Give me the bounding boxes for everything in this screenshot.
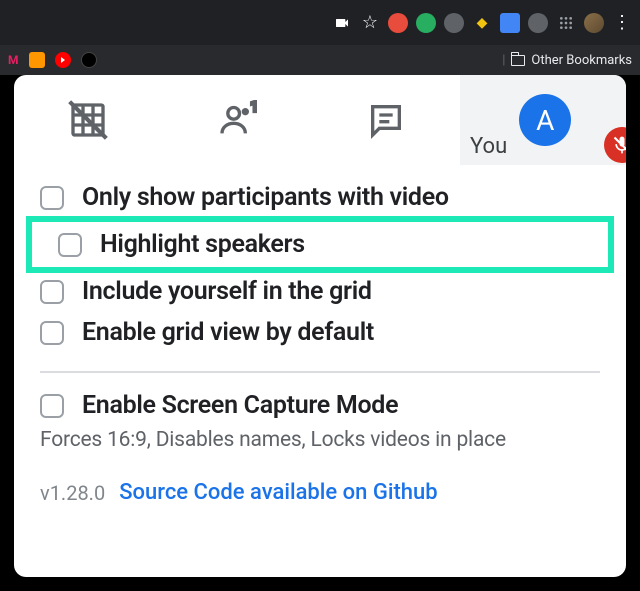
camera-icon[interactable] [332, 13, 352, 33]
checkbox[interactable] [40, 321, 64, 345]
extension-panel: 1 You A [14, 75, 626, 577]
option-label: Enable grid view by default [82, 318, 374, 347]
bookmarks-bar: M | Other Bookmarks [0, 45, 640, 75]
extension-icon[interactable] [528, 13, 548, 33]
version-label: v1.28.0 [40, 481, 105, 505]
avatar: A [519, 94, 571, 146]
checkbox[interactable] [40, 394, 64, 418]
checkbox[interactable] [40, 186, 64, 210]
extension-icon[interactable] [444, 13, 464, 33]
extension-icon[interactable] [388, 13, 408, 33]
other-bookmarks[interactable]: | Other Bookmarks [502, 53, 632, 68]
extension-icon[interactable] [416, 13, 436, 33]
capture-mode-description: Forces 16:9, Disables names, Locks video… [40, 428, 600, 452]
svg-text:1: 1 [250, 100, 257, 116]
option-label: Enable Screen Capture Mode [82, 391, 398, 420]
option-label: Only show participants with video [82, 183, 449, 212]
tab-people[interactable]: 1 [163, 75, 312, 165]
option-default-grid[interactable]: Enable grid view by default [40, 312, 600, 353]
kebab-menu-icon[interactable]: ⋮ [612, 13, 632, 33]
tab-grid-off[interactable] [14, 75, 163, 165]
self-video-tile[interactable]: You A [460, 75, 626, 165]
options-list: Only show participants with video Highli… [14, 165, 626, 452]
profile-avatar[interactable] [584, 13, 604, 33]
avatar-initial: A [536, 104, 554, 137]
option-label: Highlight speakers [100, 230, 305, 259]
you-label: You [470, 134, 507, 165]
bookmark-icon[interactable] [29, 52, 45, 68]
other-bookmarks-label: Other Bookmarks [531, 53, 632, 68]
bookmark-icon[interactable]: M [8, 53, 19, 67]
separator [40, 371, 600, 373]
mic-muted-icon[interactable] [604, 127, 626, 163]
checkbox[interactable] [40, 280, 64, 304]
tab-chat[interactable] [311, 75, 460, 165]
footer: v1.28.0 Source Code available on Github [14, 452, 626, 505]
checkbox[interactable] [58, 233, 82, 257]
tab-row: 1 You A [14, 75, 626, 165]
option-capture-mode[interactable]: Enable Screen Capture Mode [40, 385, 600, 426]
option-only-video[interactable]: Only show participants with video [40, 177, 600, 218]
option-highlight-speakers[interactable]: Highlight speakers [26, 216, 614, 273]
divider: | [502, 53, 505, 68]
source-code-link[interactable]: Source Code available on Github [119, 480, 437, 505]
option-label: Include yourself in the grid [82, 277, 372, 306]
content-area: 1 You A [0, 75, 640, 591]
option-include-self[interactable]: Include yourself in the grid [40, 271, 600, 312]
bookmark-icon[interactable] [55, 52, 71, 68]
browser-toolbar: ☆ ◆ ⋮ [0, 0, 640, 45]
apps-grid-icon[interactable] [556, 13, 576, 33]
bookmark-icon[interactable] [81, 52, 97, 68]
extension-icon[interactable] [500, 13, 520, 33]
folder-icon [511, 55, 525, 66]
star-icon[interactable]: ☆ [360, 13, 380, 33]
extension-icon[interactable]: ◆ [472, 13, 492, 33]
bookmarks-left: M [8, 52, 97, 68]
